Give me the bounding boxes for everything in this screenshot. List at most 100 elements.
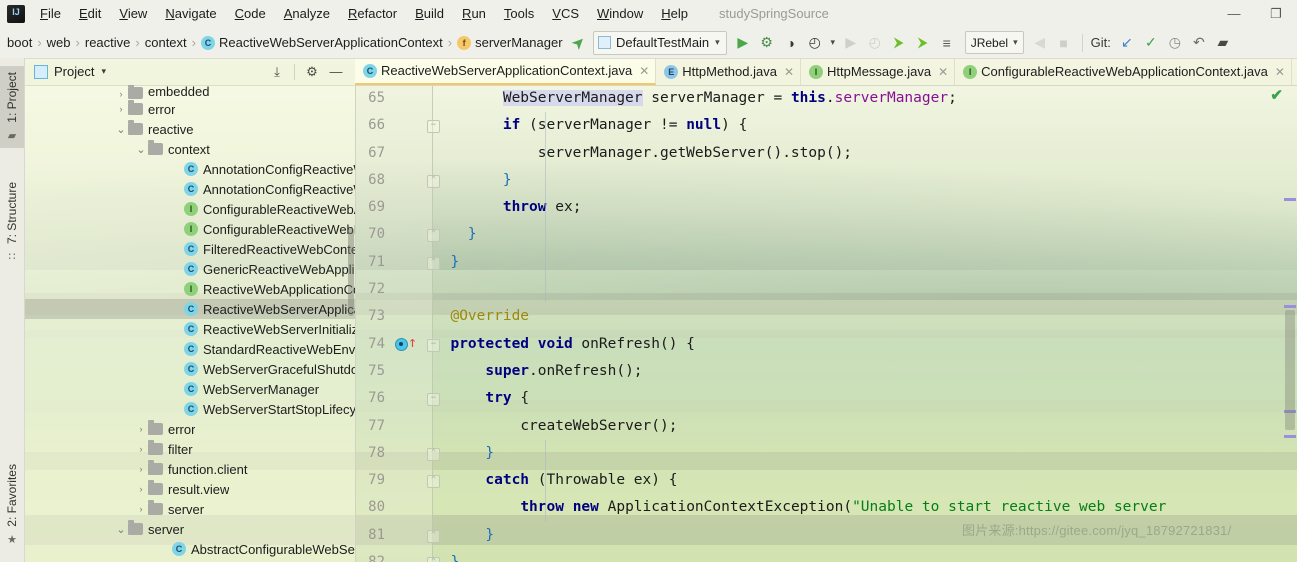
chevron-down-icon[interactable]: ⌄: [114, 123, 128, 136]
inspection-status-ok-icon[interactable]: ✔: [1270, 86, 1283, 104]
tree-item-genericreactivewebapplic[interactable]: ›CGenericReactiveWebApplic: [24, 259, 355, 279]
error-stripe-gutter[interactable]: [1283, 85, 1297, 562]
menu-item-navigate[interactable]: Navigate: [156, 3, 225, 24]
tool-window-button-structure[interactable]: 7: Structure ∷: [0, 176, 24, 269]
menu-item-file[interactable]: File: [31, 3, 70, 24]
hide-panel-button[interactable]: —: [325, 61, 347, 83]
gutter-line-72[interactable]: 72: [355, 276, 433, 303]
gutter-line-81[interactable]: 81 ⌃: [355, 522, 440, 549]
tree-item-configurablereactiveweba[interactable]: ›IConfigurableReactiveWebA: [24, 199, 355, 219]
tree-item-function-client[interactable]: › function.client: [24, 459, 355, 479]
code-line-77[interactable]: createWebServer();: [433, 413, 1297, 440]
tree-item-reactivewebapplicationco[interactable]: ›IReactiveWebApplicationCo: [24, 279, 355, 299]
gutter-line-66[interactable]: 66−: [355, 112, 440, 139]
breadcrumb-item-web[interactable]: web: [44, 33, 74, 52]
code-line-79[interactable]: catch (Throwable ex) {: [433, 467, 1297, 494]
run-configuration-selector[interactable]: DefaultTestMain ▾: [592, 30, 727, 55]
gutter-line-82[interactable]: 82⌃: [355, 549, 440, 562]
menu-item-analyze[interactable]: Analyze: [275, 3, 339, 24]
tree-item-reactive[interactable]: ⌄ reactive: [24, 119, 355, 139]
gutter-line-78[interactable]: 78 ⌃: [355, 440, 440, 467]
chevron-right-icon[interactable]: ›: [114, 104, 128, 114]
gutter-line-79[interactable]: 79 ⌃: [355, 467, 440, 494]
gutter-line-73[interactable]: 73: [355, 303, 433, 330]
commit-button[interactable]: ✓: [1139, 31, 1163, 55]
tree-item-result-view[interactable]: › result.view: [24, 479, 355, 499]
editor-tab-bar[interactable]: C ReactiveWebServerApplicationContext.jav…: [355, 58, 1297, 86]
code-line-65[interactable]: WebServerManager serverManager = this.se…: [433, 85, 1297, 112]
menu-item-build[interactable]: Build: [406, 3, 453, 24]
run-toolbar-buttons[interactable]: ▶ ⚙ ◑ ◴ ▾ ▶ ◴ ⮞ ⮞ ≡: [731, 31, 959, 55]
project-panel-actions[interactable]: ⤓ ⚙ —: [266, 61, 355, 83]
close-tab-icon[interactable]: ✕: [639, 64, 649, 78]
menu-item-refactor[interactable]: Refactor: [339, 3, 406, 24]
git-toolbar-buttons[interactable]: ↙ ✓ ◷ ↶ ▰: [1115, 31, 1235, 55]
breadcrumb-item-servermanager[interactable]: f serverManager: [454, 33, 565, 52]
breadcrumb-item-reactive[interactable]: reactive: [82, 33, 134, 52]
left-tool-window-strip[interactable]: 1: Project ▰ 7: Structure ∷ 2: Favorites ★: [0, 58, 25, 562]
editor-tab-overflow[interactable]: I: [1292, 58, 1297, 85]
tree-item-error[interactable]: › error: [24, 99, 355, 119]
back-navigation-icon[interactable]: ➤: [562, 26, 594, 58]
gutter-line-76[interactable]: 76−: [355, 385, 440, 412]
jrebel-run-button[interactable]: ⮞: [887, 31, 911, 55]
code-line-75[interactable]: super.onRefresh();: [433, 358, 1297, 385]
chevron-down-icon[interactable]: ▾: [715, 37, 720, 48]
chevron-right-icon[interactable]: ›: [134, 484, 148, 494]
code-line-80[interactable]: throw new ApplicationContextException("U…: [433, 494, 1297, 521]
update-project-button[interactable]: ↙: [1115, 31, 1139, 55]
gutter-line-71[interactable]: 71 ⌃: [355, 249, 440, 276]
code-line-74[interactable]: protected void onRefresh() {: [433, 331, 1297, 358]
tree-item-filter[interactable]: › filter: [24, 439, 355, 459]
menu-item-run[interactable]: Run: [453, 3, 495, 24]
chevron-down-icon[interactable]: ▾: [1013, 37, 1018, 48]
chevron-right-icon[interactable]: ›: [134, 464, 148, 474]
error-stripe-marker[interactable]: [1284, 198, 1296, 201]
settings-gear-button[interactable]: ⚙: [301, 61, 323, 83]
debug-button[interactable]: ⚙: [755, 31, 779, 55]
tree-item-filteredreactivewebconte[interactable]: ›CFilteredReactiveWebConte: [24, 239, 355, 259]
tree-item-webservergracefulshutdo[interactable]: ›CWebServerGracefulShutdo: [24, 359, 355, 379]
run-with-coverage-button[interactable]: ◑: [779, 31, 803, 55]
minimize-button[interactable]: —: [1213, 0, 1255, 27]
tool-window-button-favorites[interactable]: 2: Favorites ★: [0, 458, 24, 552]
history-button[interactable]: ◷: [1163, 31, 1187, 55]
project-file-tree[interactable]: ›embedded›error⌄reactive⌄context›CAnnota…: [24, 85, 355, 562]
tool-window-button-project[interactable]: 1: Project ▰: [0, 66, 24, 148]
menu-item-view[interactable]: View: [110, 3, 156, 24]
tree-item-abstractconfigurablewebser[interactable]: ›CAbstractConfigurableWebSer: [24, 539, 355, 559]
window-controls[interactable]: — ❐: [1213, 0, 1297, 27]
gutter-line-67[interactable]: 67: [355, 140, 433, 167]
editor-tab-httpmethod[interactable]: E HttpMethod.java ✕: [656, 58, 802, 85]
editor-tab-configurablereactivewebapplicationcontext[interactable]: I ConfigurableReactiveWebApplicationConte…: [955, 58, 1292, 85]
tree-item-error[interactable]: › error: [24, 419, 355, 439]
code-line-67[interactable]: serverManager.getWebServer().stop();: [433, 140, 1297, 167]
chevron-down-icon[interactable]: ⌄: [114, 523, 128, 536]
breadcrumb-item-context[interactable]: context: [142, 33, 190, 52]
collapse-all-button[interactable]: ⤓: [266, 61, 288, 83]
project-tree-scrollbar[interactable]: [348, 228, 354, 316]
chevron-right-icon[interactable]: ›: [114, 89, 128, 99]
code-line-66[interactable]: if (serverManager != null) {: [433, 112, 1297, 139]
profile-button[interactable]: ◴: [803, 31, 827, 55]
menu-item-code[interactable]: Code: [226, 3, 275, 24]
run-button[interactable]: ▶: [731, 31, 755, 55]
editor-scrollbar-thumb[interactable]: [1285, 310, 1295, 430]
gutter-line-70[interactable]: 70 ⌃: [355, 221, 440, 248]
breadcrumb[interactable]: boot › web › reactive › context › C ReactiveWebSe…: [0, 33, 566, 52]
tree-item-reactivewebserverapplica[interactable]: ›CReactiveWebServerApplica: [24, 299, 355, 319]
tree-item-webservermanager[interactable]: ›CWebServerManager: [24, 379, 355, 399]
code-line-68[interactable]: }: [433, 167, 1297, 194]
run-dashboard-button[interactable]: ≡: [935, 31, 959, 55]
code-line-71[interactable]: }: [433, 249, 1297, 276]
code-line-69[interactable]: throw ex;: [433, 194, 1297, 221]
error-stripe-marker[interactable]: [1284, 305, 1296, 308]
gutter-line-75[interactable]: 75: [355, 358, 433, 385]
code-line-76[interactable]: try {: [433, 385, 1297, 412]
chevron-right-icon[interactable]: ›: [134, 424, 148, 434]
chevron-down-icon[interactable]: ⌄: [134, 143, 148, 156]
code-line-78[interactable]: }: [433, 440, 1297, 467]
code-line-73[interactable]: @Override: [433, 303, 1297, 330]
breadcrumb-item-reactivewebserverapplicationcontext[interactable]: C ReactiveWebServerApplicationContext: [198, 33, 446, 52]
tree-item-embedded[interactable]: › embedded: [24, 85, 355, 99]
